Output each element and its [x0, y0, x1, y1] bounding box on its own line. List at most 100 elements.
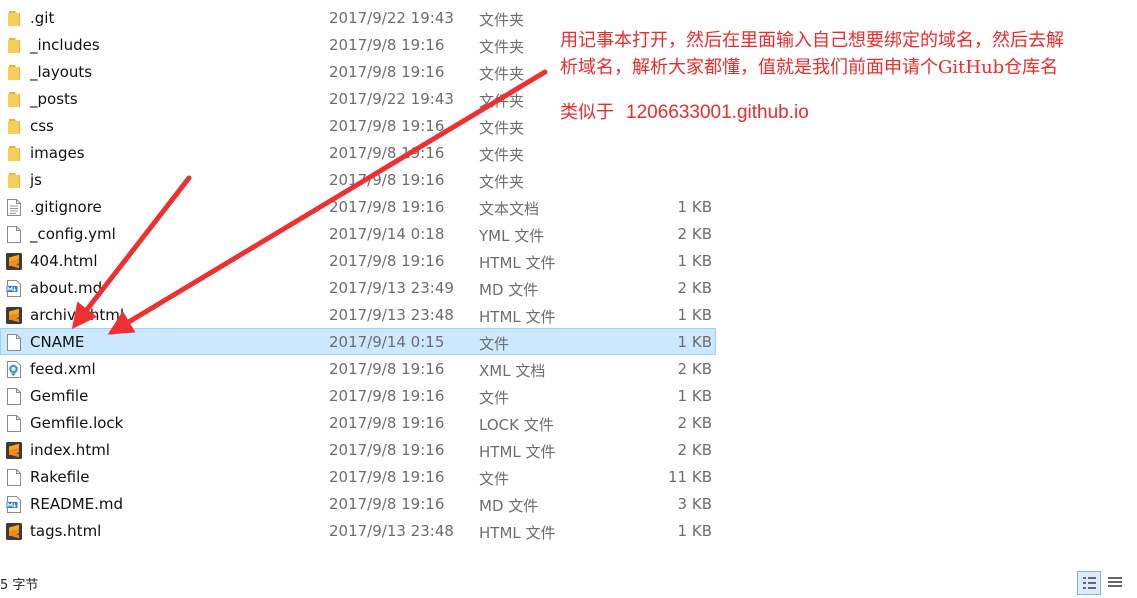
- file-type: 文件: [479, 389, 510, 407]
- file-size: 2 KB: [677, 441, 712, 459]
- xml-document-icon: [6, 361, 22, 378]
- file-size: 1 KB: [677, 522, 712, 540]
- file-name[interactable]: archive.html: [30, 306, 124, 324]
- sublime-text-icon: [6, 307, 22, 324]
- file-date: 2017/9/8 19:16: [329, 252, 445, 270]
- annotation-example: 类似于 1206633001.github.io: [560, 99, 1130, 126]
- file-row[interactable]: index.html 2017/9/8 19:16 HTML 文件 2 KB: [0, 436, 716, 463]
- file-type: 文件: [479, 335, 510, 353]
- file-size: 3 KB: [677, 495, 712, 513]
- status-text: 5 字节: [0, 578, 39, 593]
- file-type: MD 文件: [479, 281, 539, 299]
- folder-icon: [6, 91, 22, 108]
- blank-file-icon: [6, 334, 22, 351]
- file-size: 1 KB: [677, 198, 712, 216]
- file-type: 文件夹: [479, 173, 525, 191]
- file-name[interactable]: _includes: [30, 36, 100, 54]
- file-size: 2 KB: [677, 225, 712, 243]
- sublime-text-icon: [6, 442, 22, 459]
- file-date: 2017/9/8 19:16: [329, 414, 445, 432]
- file-type: HTML 文件: [479, 308, 556, 326]
- status-bar: 5 字节: [0, 568, 1137, 598]
- file-type: MD 文件: [479, 497, 539, 515]
- file-type: 文件夹: [479, 65, 525, 83]
- file-row[interactable]: images 2017/9/8 19:16 文件夹: [0, 139, 716, 166]
- file-name[interactable]: .git: [30, 9, 54, 27]
- file-name[interactable]: Rakefile: [30, 468, 90, 486]
- file-name[interactable]: images: [30, 144, 85, 162]
- file-size: 1 KB: [677, 387, 712, 405]
- blank-file-icon: [6, 469, 22, 486]
- file-name[interactable]: _config.yml: [30, 225, 116, 243]
- markdown-file-icon: [6, 496, 22, 513]
- file-row[interactable]: README.md 2017/9/8 19:16 MD 文件 3 KB: [0, 490, 716, 517]
- file-name[interactable]: css: [30, 117, 54, 135]
- file-name[interactable]: _posts: [30, 90, 78, 108]
- file-type: YML 文件: [479, 227, 545, 245]
- file-name[interactable]: tags.html: [30, 522, 101, 540]
- file-row[interactable]: about.md 2017/9/13 23:49 MD 文件 2 KB: [0, 274, 716, 301]
- file-size: 2 KB: [677, 360, 712, 378]
- file-type: XML 文档: [479, 362, 546, 380]
- file-date: 2017/9/8 19:16: [329, 117, 445, 135]
- folder-icon: [6, 10, 22, 27]
- file-name[interactable]: about.md: [30, 279, 102, 297]
- file-date: 2017/9/8 19:16: [329, 441, 445, 459]
- file-name[interactable]: feed.xml: [30, 360, 96, 378]
- file-name[interactable]: Gemfile.lock: [30, 414, 123, 432]
- file-row[interactable]: Rakefile 2017/9/8 19:16 文件 11 KB: [0, 463, 716, 490]
- file-name[interactable]: README.md: [30, 495, 123, 513]
- file-size: 1 KB: [677, 306, 712, 324]
- file-date: 2017/9/8 19:16: [329, 144, 445, 162]
- file-type: HTML 文件: [479, 524, 556, 542]
- file-row[interactable]: Gemfile.lock 2017/9/8 19:16 LOCK 文件 2 KB: [0, 409, 716, 436]
- file-date: 2017/9/13 23:48: [329, 306, 454, 324]
- file-row[interactable]: Gemfile 2017/9/8 19:16 文件 1 KB: [0, 382, 716, 409]
- details-view-icon: [1083, 577, 1096, 589]
- file-name[interactable]: CNAME: [30, 333, 84, 351]
- file-row[interactable]: 404.html 2017/9/8 19:16 HTML 文件 1 KB: [0, 247, 716, 274]
- folder-icon: [6, 64, 22, 81]
- file-row[interactable]: archive.html 2017/9/13 23:48 HTML 文件 1 KB: [0, 301, 716, 328]
- annotation-line-1: 用记事本打开，然后在里面输入自己想要绑定的域名，然后去解: [560, 30, 1064, 51]
- file-name[interactable]: index.html: [30, 441, 110, 459]
- file-name[interactable]: _layouts: [30, 63, 92, 81]
- file-type: LOCK 文件: [479, 416, 554, 434]
- file-type: HTML 文件: [479, 443, 556, 461]
- folder-icon: [6, 172, 22, 189]
- file-date: 2017/9/8 19:16: [329, 468, 445, 486]
- large-icons-view-button[interactable]: [1104, 571, 1128, 595]
- details-view-button[interactable]: [1077, 571, 1101, 595]
- file-date: 2017/9/8 19:16: [329, 387, 445, 405]
- file-row[interactable]: js 2017/9/8 19:16 文件夹: [0, 166, 716, 193]
- file-type: 文件夹: [479, 146, 525, 164]
- large-icons-view-icon: [1108, 577, 1122, 587]
- file-date: 2017/9/22 19:43: [329, 90, 454, 108]
- file-row[interactable]: feed.xml 2017/9/8 19:16 XML 文档 2 KB: [0, 355, 716, 382]
- annotation-example-value: 1206633001.github.io: [626, 102, 809, 123]
- file-type: 文件夹: [479, 38, 525, 56]
- file-size: 2 KB: [677, 414, 712, 432]
- text-document-icon: [6, 199, 22, 216]
- markdown-file-icon: [6, 280, 22, 297]
- file-row[interactable]: _config.yml 2017/9/14 0:18 YML 文件 2 KB: [0, 220, 716, 247]
- file-date: 2017/9/8 19:16: [329, 171, 445, 189]
- file-date: 2017/9/8 19:16: [329, 63, 445, 81]
- file-type: 文件夹: [479, 11, 525, 29]
- file-name[interactable]: .gitignore: [30, 198, 102, 216]
- file-name[interactable]: js: [30, 171, 42, 189]
- annotation-example-label: 类似于: [560, 102, 614, 123]
- file-row[interactable]: CNAME 2017/9/14 0:15 文件 1 KB: [0, 328, 716, 355]
- file-date: 2017/9/8 19:16: [329, 495, 445, 513]
- annotation-line-2: 析域名，解析大家都懂，值就是我们前面申请个GitHub仓库名: [560, 57, 1059, 78]
- folder-icon: [6, 37, 22, 54]
- file-name[interactable]: 404.html: [30, 252, 98, 270]
- file-date: 2017/9/14 0:18: [329, 225, 445, 243]
- file-name[interactable]: Gemfile: [30, 387, 88, 405]
- folder-icon: [6, 118, 22, 135]
- file-date: 2017/9/13 23:48: [329, 522, 454, 540]
- file-type: 文件: [479, 470, 510, 488]
- file-row[interactable]: tags.html 2017/9/13 23:48 HTML 文件 1 KB: [0, 517, 716, 544]
- file-row[interactable]: .gitignore 2017/9/8 19:16 文本文档 1 KB: [0, 193, 716, 220]
- file-date: 2017/9/8 19:16: [329, 198, 445, 216]
